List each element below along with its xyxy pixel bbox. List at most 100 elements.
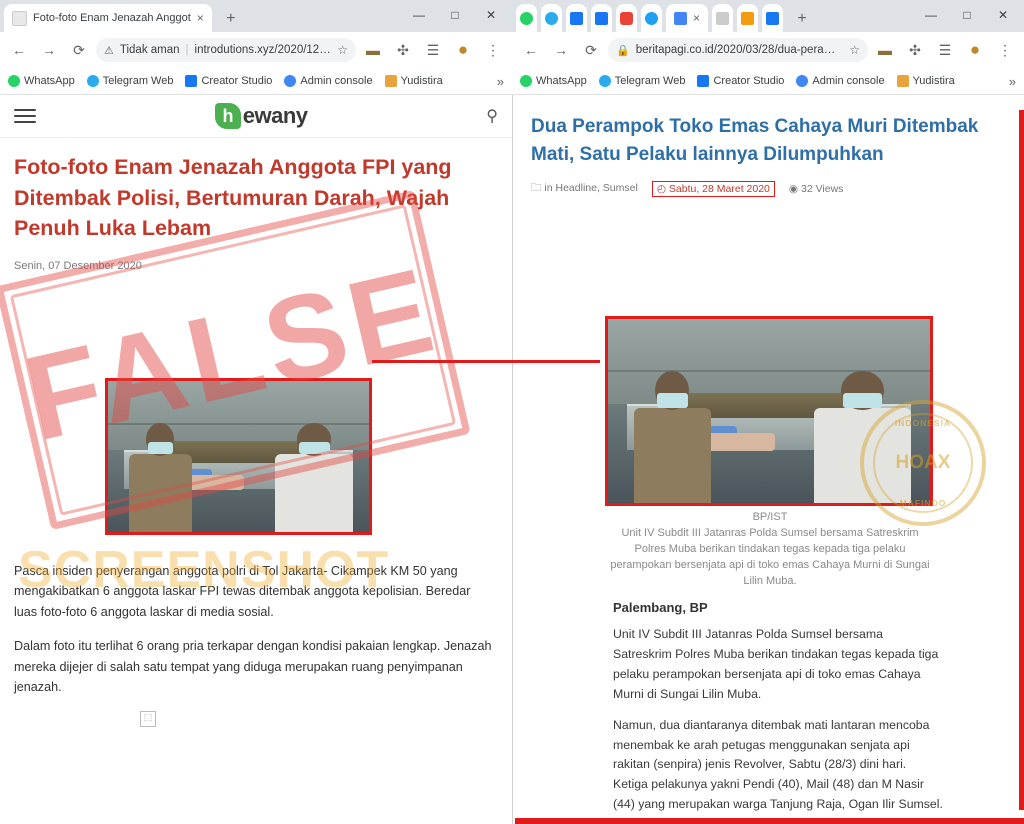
article-photo-left [105,378,372,535]
folder-icon: 🗀 [531,182,542,195]
address-bar-right[interactable]: 🔒 beritapagi.co.id/2020/03/28/dua-peramp… [608,38,868,62]
browser-tab[interactable] [591,4,612,32]
bookmark-item[interactable]: Yudistira [896,75,955,87]
browser-tab[interactable] [541,4,562,32]
bookmark-item[interactable]: Admin console [284,75,373,87]
bookmark-star-icon[interactable]: ☆ [849,43,860,57]
views-meta: ◉ 32 Views [789,183,844,195]
url-text: introdutions.xyz/2020/12/foto-f... [194,44,332,56]
google-icon [284,75,297,87]
facebook-icon [570,11,583,25]
folder-icon [384,75,397,87]
site-header: h ewany ⚲ [0,95,512,138]
close-window-button[interactable]: ✕ [986,2,1020,28]
paragraph: Namun, dua diantaranya ditembak mati lan… [613,717,943,812]
broken-image-placeholder-icon: ⬚ [140,711,156,727]
bookmark-item[interactable]: WhatsApp [8,75,75,87]
back-icon[interactable]: ← [518,37,544,63]
bookmark-item[interactable]: Creator Studio [185,75,272,87]
reload-icon[interactable]: ⟳ [578,37,604,63]
category-label: in Headline, Sumsel [544,182,638,195]
forward-icon[interactable]: → [548,37,574,63]
bookmark-label: WhatsApp [536,75,587,87]
whatsapp-icon [520,11,533,25]
folder-icon [896,75,909,87]
profile-avatar[interactable]: ● [962,37,988,63]
back-icon[interactable]: ← [6,37,32,63]
security-label: Tidak aman [119,44,180,56]
facebook-icon [697,75,710,87]
browser-tab[interactable] [566,4,587,32]
tabstrip-left: Foto-foto Enam Jenazah Anggot × + — □ ✕ [0,0,512,32]
browser-tab[interactable] [641,4,662,32]
site-logo-text: ewany [242,103,308,128]
tab-title: Foto-foto Enam Jenazah Anggot [33,12,191,24]
browser-tab-active[interactable]: × [666,4,709,32]
photo-credit: BP/IST [752,511,788,523]
extension-3-icon[interactable]: ☰ [932,37,958,63]
whatsapp-icon [8,75,20,87]
new-tab-button[interactable]: + [218,6,244,32]
telegram-icon [598,75,611,87]
screenshot-stage: Foto-foto Enam Jenazah Anggot × + — □ ✕ … [0,0,1024,824]
reload-icon[interactable]: ⟳ [66,37,92,63]
category-meta[interactable]: 🗀 in Headline, Sumsel [531,180,638,198]
generic-page-icon [716,11,730,25]
profile-avatar[interactable]: ● [450,37,476,63]
bookmarks-overflow-button[interactable]: » [1009,74,1016,89]
extension-2-icon[interactable]: ✣ [390,37,416,63]
bookmark-item[interactable]: Telegram Web [598,75,685,87]
bookmark-star-icon[interactable]: ☆ [337,43,348,57]
extension-1-icon[interactable]: ▬ [360,37,386,63]
close-icon[interactable]: × [693,11,700,25]
bookmark-item[interactable]: WhatsApp [520,75,587,87]
telegram-icon [545,11,558,25]
extension-3-icon[interactable]: ☰ [420,37,446,63]
browser-window-left: Foto-foto Enam Jenazah Anggot × + — □ ✕ … [0,0,512,824]
close-window-button[interactable]: ✕ [474,2,508,28]
maximize-button[interactable]: □ [950,2,984,28]
bookmark-item[interactable]: Creator Studio [697,75,784,87]
maximize-button[interactable]: □ [438,2,472,28]
photo-caption: BP/IST Unit IV Subdit III Jatanras Polda… [605,510,935,590]
bookmarks-overflow-button[interactable]: » [497,74,504,89]
bookmark-item[interactable]: Yudistira [384,75,443,87]
morgue-photo-illustration [608,319,930,503]
bookmark-item[interactable]: Admin console [796,75,885,87]
minimize-button[interactable]: — [402,2,436,28]
page-title: Foto-foto Enam Jenazah Anggota FPI yang … [14,155,452,241]
views-label: 32 Views [801,183,844,196]
browser-menu-icon[interactable]: ⋮ [992,37,1018,63]
search-icon[interactable]: ⚲ [486,106,498,126]
page-title: Dua Perampok Toko Emas Cahaya Muri Ditem… [531,116,979,165]
bookmark-label: Telegram Web [102,75,174,87]
twitter-icon [645,11,658,25]
bookmark-label: Admin console [300,75,373,87]
bookmark-label: Yudistira [912,75,955,87]
site-logo[interactable]: h ewany [214,103,308,129]
browser-tab[interactable] [712,4,734,32]
facebook-icon [595,11,608,25]
menu-icon[interactable] [14,105,36,127]
bookmark-label: Admin console [812,75,885,87]
lock-icon: 🔒 [616,44,630,57]
not-secure-icon: ⚠ [104,44,114,57]
address-bar-left[interactable]: ⚠ Tidak aman | introdutions.xyz/2020/12/… [96,38,356,62]
paragraph: Pasca insiden penyerangan anggota polri … [14,564,471,619]
browser-tab[interactable] [616,4,637,32]
date-meta-highlight: ◴ Sabtu, 28 Maret 2020 [651,181,775,198]
minimize-button[interactable]: — [914,2,948,28]
browser-tab[interactable] [762,4,784,32]
browser-tab[interactable] [737,4,759,32]
article-body-right: Unit IV Subdit III Jatanras Polda Sumsel… [613,625,943,824]
site-favicon-icon [674,11,687,25]
extension-2-icon[interactable]: ✣ [902,37,928,63]
forward-icon[interactable]: → [36,37,62,63]
browser-tab[interactable] [516,4,537,32]
close-icon[interactable]: × [197,11,204,25]
extension-1-icon[interactable]: ▬ [872,37,898,63]
new-tab-button[interactable]: + [789,6,815,32]
browser-tab-left[interactable]: Foto-foto Enam Jenazah Anggot × [4,4,212,32]
bookmark-item[interactable]: Telegram Web [86,75,174,87]
browser-menu-icon[interactable]: ⋮ [480,37,506,63]
